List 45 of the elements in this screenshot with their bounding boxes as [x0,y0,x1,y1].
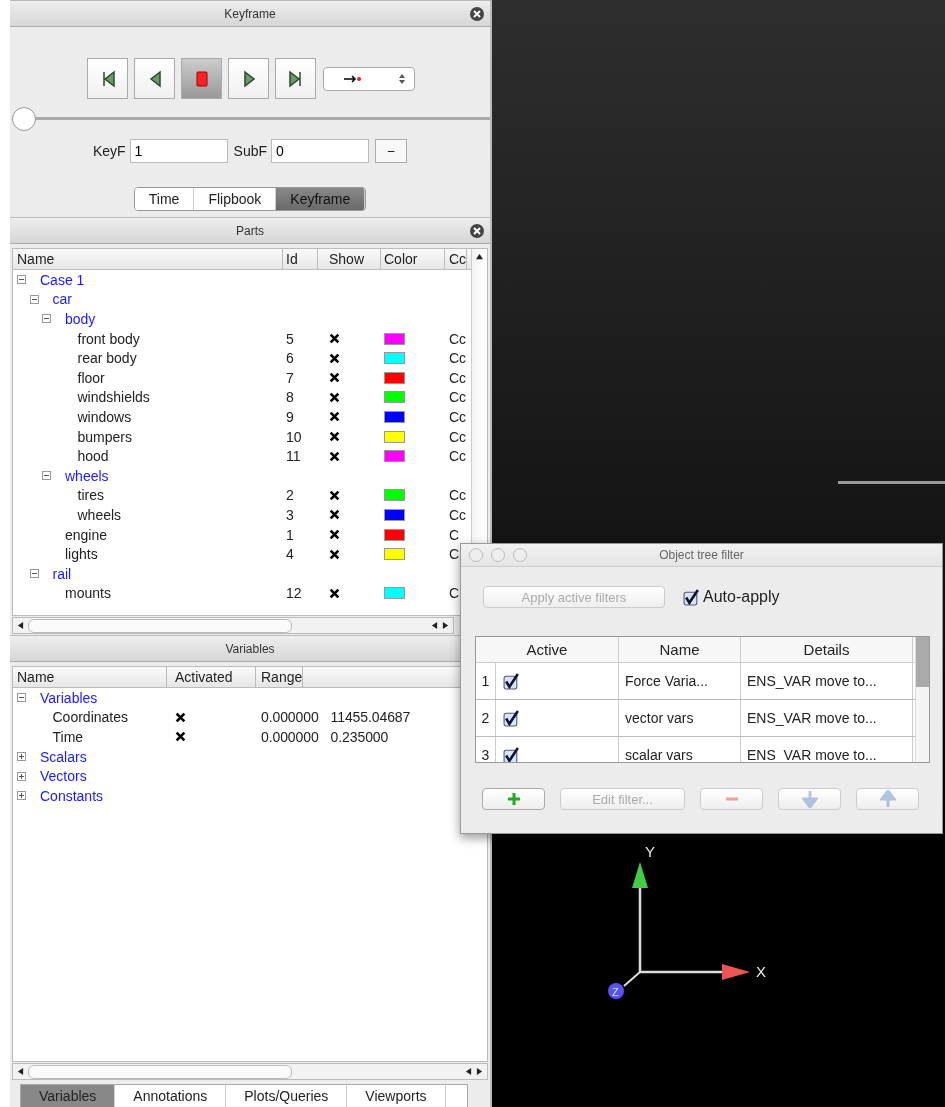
table-cell: scalar vars [619,737,741,762]
table-cell-text: 9 [285,408,295,425]
table-cell-text: Cc [448,487,467,504]
table-cell-text: 5 [285,330,295,347]
window-title: Object tree filter [658,548,745,562]
subf-label: SubF [233,143,268,159]
table-cell-text: 6 [285,350,295,367]
table-cell: ENS_VAR move to... [741,663,913,699]
table-cell-text: Cc [448,448,467,465]
table-cell-text: 11 [285,448,302,465]
keyf-label: KeyF [92,143,126,159]
table-cell-text: Cc [448,506,467,523]
range-max: 11455.04687 [330,709,411,726]
auto-apply-label: Auto-apply [703,588,780,606]
table-cell-text: 10 [285,428,303,445]
table-cell-text: 4 [285,546,295,563]
panel-title: Keyframe [224,6,276,21]
table-cell: ENS_VAR move to... [741,700,913,736]
table-cell-text: 7 [285,369,295,386]
table-cell-text: 2 [285,487,295,504]
range-min: 0.000000 [261,729,319,745]
axis-triad-drawing: Y X Z [588,840,788,1000]
table-cell: ENS_VAR move to... [741,737,913,762]
range-min: 0.000000 [261,709,319,726]
panel-title: Parts [236,223,264,238]
table-cell-text: 12 [285,585,303,602]
panel-title: Variables [225,641,275,656]
table-cell-text: Cc [448,428,467,445]
table-cell-text: 1 [285,526,295,543]
table-cell-text: C [448,585,461,602]
range-max: 0.235000 [330,729,389,745]
table-cell-text: 3 [285,506,295,523]
table-cell: vector vars [619,700,741,736]
table-cell: Force Varia... [619,663,741,699]
table-cell-text: Cc [448,389,467,406]
table-cell-text: Cc [448,408,467,425]
row-number: 2 [476,700,496,736]
table-cell-text: C [448,546,461,563]
row-number: 3 [476,737,496,762]
table-cell-text: 8 [285,389,295,406]
table-cell-text: C [448,526,461,543]
table-cell-text: Cc [448,369,467,386]
table-cell-text: Cc [448,350,467,367]
table-cell-text: Cc [448,330,467,347]
row-number: 1 [476,663,496,699]
